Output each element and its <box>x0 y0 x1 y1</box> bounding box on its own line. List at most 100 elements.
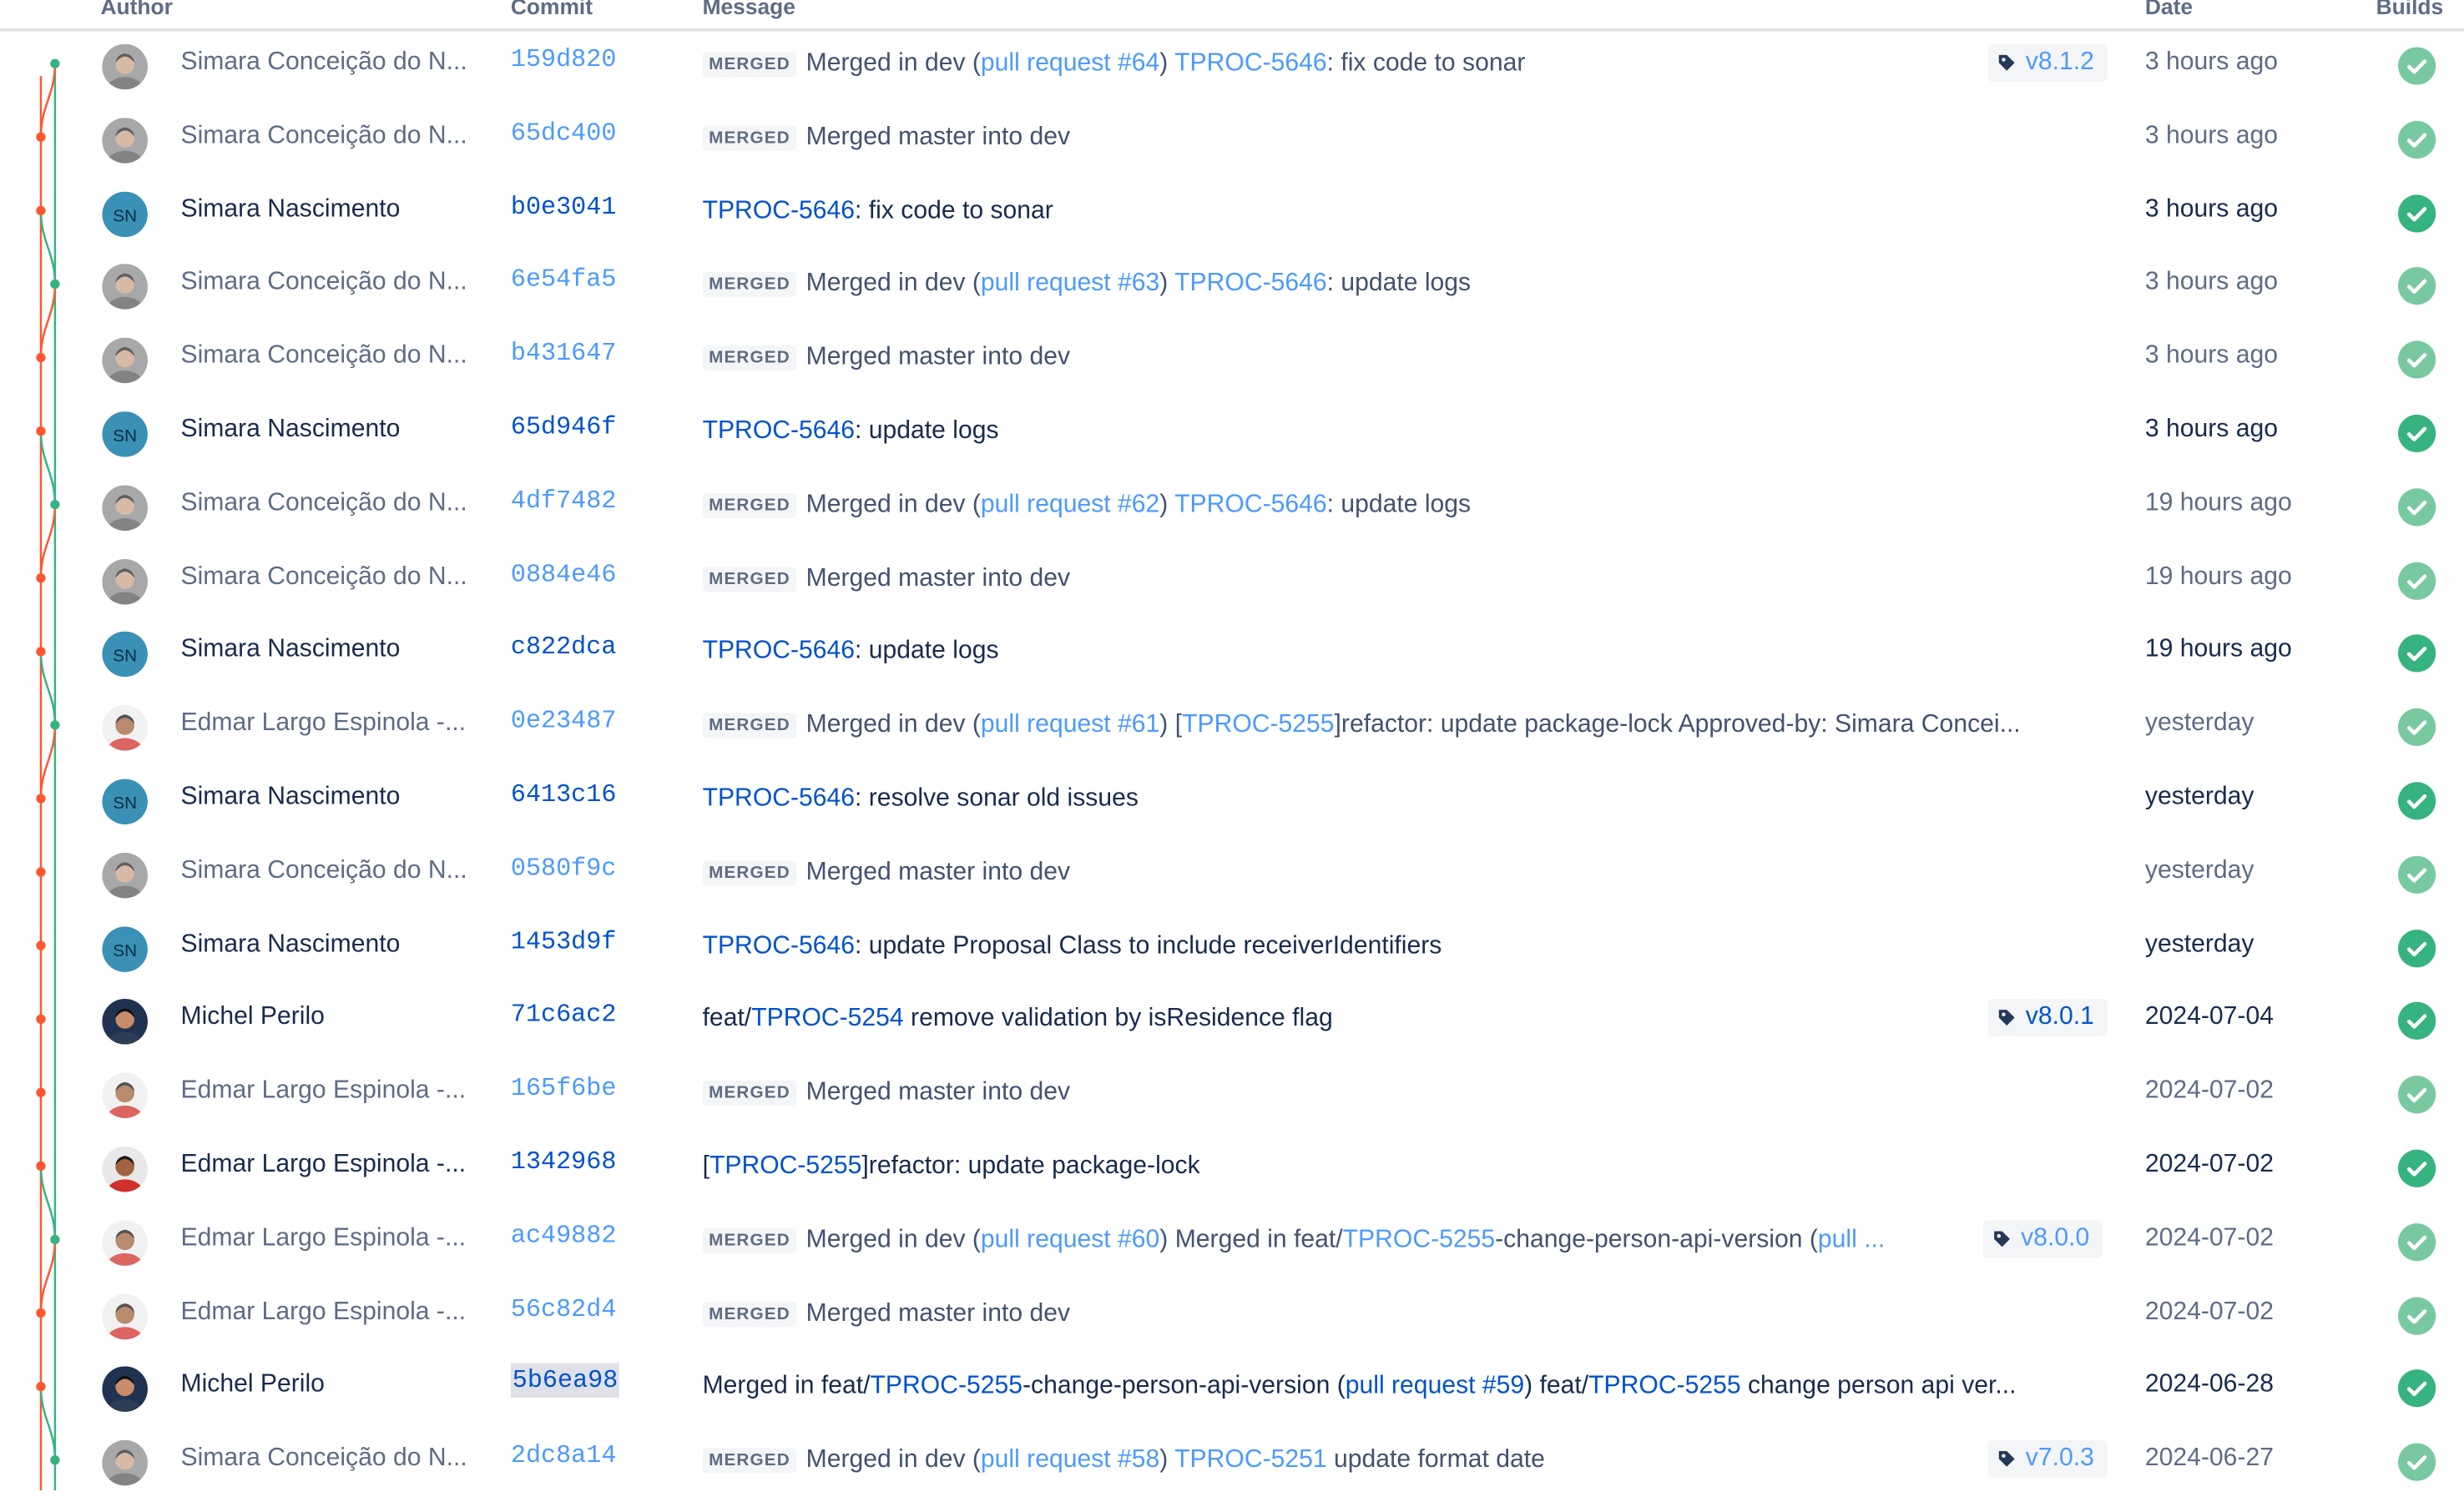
commit-row[interactable]: Simara Conceição do N... b431647 MERGED Mer… <box>0 320 2464 394</box>
message-link[interactable]: pull request #63 <box>981 270 1159 297</box>
message-text: Merged master into dev <box>805 123 1071 151</box>
message-link[interactable]: TPROC-5646 <box>703 197 855 224</box>
message-link[interactable]: pull request #64 <box>981 50 1159 77</box>
commit-hash-link[interactable]: 0e23487 <box>511 707 617 735</box>
version-tag[interactable]: v8.0.1 <box>1987 999 2107 1037</box>
build-status-success-icon[interactable] <box>2398 120 2436 159</box>
commit-message: MERGED Merged in dev (pull request #63) T… <box>702 270 2114 299</box>
commit-row[interactable]: Edmar Largo Espinola -... ac49882 MERGED Me… <box>0 1202 2464 1276</box>
message-text: ) <box>1159 1446 1175 1474</box>
commit-hash-link[interactable]: b0e3041 <box>511 193 617 221</box>
commit-hash-link[interactable]: 5b6ea98 <box>510 1363 620 1399</box>
message-text: Merged in feat/ <box>702 1373 871 1400</box>
commit-hash-link[interactable]: 165f6be <box>511 1075 617 1103</box>
message-link[interactable]: TPROC-5646 <box>703 638 855 665</box>
build-status-success-icon[interactable] <box>2398 194 2436 232</box>
commit-hash-link[interactable]: 56c82d4 <box>511 1295 617 1323</box>
author-name: Simara Conceição do N... <box>180 562 467 590</box>
commit-hash-link[interactable]: 71c6ac2 <box>511 1001 617 1030</box>
build-status-success-icon[interactable] <box>2398 1443 2436 1482</box>
commit-row[interactable]: Edmar Largo Espinola -... 56c82d4 MERGED Me… <box>0 1276 2464 1349</box>
col-author[interactable]: Author <box>100 0 172 19</box>
message-link[interactable]: TPROC-5646 <box>703 418 855 445</box>
build-status-success-icon[interactable] <box>2398 414 2436 453</box>
build-status-success-icon[interactable] <box>2398 561 2436 600</box>
version-tag[interactable]: v7.0.3 <box>1987 1440 2107 1479</box>
commit-hash-link[interactable]: 4df7482 <box>511 486 617 515</box>
commit-hash-link[interactable]: 0884e46 <box>511 560 617 588</box>
build-status-success-icon[interactable] <box>2398 267 2436 305</box>
message-link[interactable]: pull request #61 <box>981 712 1159 738</box>
message-link[interactable]: pull request #58 <box>981 1447 1159 1474</box>
commit-row[interactable]: Simara Conceição do N... 2dc8a14 MERGED Mer… <box>0 1423 2464 1496</box>
commit-row[interactable]: Simara Conceição do N... 4df7482 MERGED Mer… <box>0 467 2464 541</box>
build-status-success-icon[interactable] <box>2398 340 2436 379</box>
commit-row[interactable]: Edmar Largo Espinola -... 165f6be MERGED Me… <box>0 1056 2464 1129</box>
commit-row[interactable]: Simara Conceição do N... 65dc400 MERGED Mer… <box>0 100 2464 174</box>
commit-hash-link[interactable]: 1453d9f <box>511 927 617 955</box>
commit-hash-link[interactable]: ac49882 <box>511 1222 617 1250</box>
message-link[interactable]: pull request #62 <box>981 491 1159 518</box>
message-link[interactable]: TPROC-5646 <box>703 932 855 959</box>
col-date: Date <box>2144 0 2194 19</box>
commit-row[interactable]: Simara Conceição do N... 0884e46 MERGED Mer… <box>0 542 2464 615</box>
commit-row[interactable]: SN Simara Nascimento c822dca TPROC-5646: up… <box>0 615 2464 688</box>
commit-hash-link[interactable]: 6e54fa5 <box>511 266 617 295</box>
build-status-success-icon[interactable] <box>2398 929 2436 967</box>
build-status-success-icon[interactable] <box>2398 1076 2436 1114</box>
build-status-success-icon[interactable] <box>2398 782 2436 820</box>
build-status-success-icon[interactable] <box>2398 855 2436 894</box>
build-status-success-icon[interactable] <box>2398 1149 2436 1187</box>
message-link[interactable]: TPROC-5255 <box>1182 712 1334 738</box>
commit-row[interactable]: Edmar Largo Espinola -... 1342968 [TPROC-5… <box>0 1129 2464 1202</box>
message-link[interactable]: TPROC-5254 <box>751 1006 903 1032</box>
commit-message: TPROC-5646: update logs <box>703 638 2114 667</box>
commit-row[interactable]: SN Simara Nascimento 65d946f TPROC-5646: up… <box>0 394 2464 467</box>
commit-hash-link[interactable]: c822dca <box>511 633 617 662</box>
version-tag[interactable]: v8.0.0 <box>1982 1219 2103 1258</box>
author-avatar: SN <box>102 779 148 825</box>
message-link[interactable]: TPROC-5646 <box>1174 50 1326 77</box>
commit-row[interactable]: Michel Perilo 5b6ea98 Merged in feat/TPROC… <box>0 1349 2464 1423</box>
author-name: Simara Conceição do N... <box>180 489 467 517</box>
version-tag[interactable]: v8.1.2 <box>1987 43 2107 82</box>
build-status-success-icon[interactable] <box>2398 635 2436 673</box>
build-status-success-icon[interactable] <box>2398 487 2436 527</box>
commit-row[interactable]: Edmar Largo Espinola -... 0e23487 MERGED Me… <box>0 688 2464 762</box>
message-link[interactable]: TPROC-5255 <box>1343 1226 1495 1253</box>
commit-hash-link[interactable]: 1342968 <box>511 1148 617 1177</box>
commit-row[interactable]: SN Simara Nascimento b0e3041 TPROC-5646: fi… <box>0 174 2464 247</box>
author-avatar <box>102 999 148 1046</box>
commit-hash-link[interactable]: 159d820 <box>511 46 617 74</box>
message-link[interactable]: TPROC-5251 <box>1174 1447 1326 1474</box>
build-status-success-icon[interactable] <box>2398 1369 2436 1409</box>
build-status-success-icon[interactable] <box>2398 1296 2436 1334</box>
commit-row[interactable]: Simara Conceição do N... 6e54fa5 MERGED Mer… <box>0 247 2464 320</box>
commit-hash-link[interactable]: b431647 <box>511 340 617 368</box>
message-link[interactable]: TPROC-5646 <box>1174 491 1326 518</box>
message-text: : fix code to sonar <box>855 197 1053 224</box>
commit-hash-link[interactable]: 65d946f <box>511 413 617 441</box>
commit-hash-link[interactable]: 6413c16 <box>511 780 617 809</box>
build-status-success-icon[interactable] <box>2398 47 2436 85</box>
message-link[interactable]: TPROC-5646 <box>703 785 855 812</box>
build-status-success-icon[interactable] <box>2398 1222 2436 1261</box>
build-status-success-icon[interactable] <box>2398 708 2436 747</box>
message-link[interactable]: pull ... <box>1818 1226 1885 1253</box>
message-link[interactable]: TPROC-5255 <box>1588 1374 1740 1400</box>
commit-hash-link[interactable]: 0580f9c <box>511 854 617 882</box>
commit-row[interactable]: Michel Perilo 71c6ac2 feat/TPROC-5254 remo… <box>0 982 2464 1056</box>
commit-row[interactable]: Simara Conceição do N... 0580f9c MERGED Mer… <box>0 835 2464 909</box>
commit-row[interactable]: SN Simara Nascimento 1453d9f TPROC-5646: up… <box>0 909 2464 982</box>
commit-date: 3 hours ago <box>2144 416 2279 443</box>
message-link[interactable]: TPROC-5646 <box>1174 270 1326 297</box>
build-status-success-icon[interactable] <box>2398 1002 2436 1041</box>
commit-hash-link[interactable]: 2dc8a14 <box>511 1442 617 1470</box>
commit-row[interactable]: SN Simara Nascimento 6413c16 TPROC-5646: re… <box>0 762 2464 835</box>
message-link[interactable]: pull request #60 <box>981 1226 1159 1253</box>
commit-row[interactable]: Simara Conceição do N... 159d820 MERGED Mer… <box>0 27 2464 100</box>
message-link[interactable]: pull request #59 <box>1346 1374 1524 1400</box>
message-link[interactable]: TPROC-5255 <box>871 1374 1022 1400</box>
commit-hash-link[interactable]: 65dc400 <box>511 119 617 148</box>
message-link[interactable]: TPROC-5255 <box>709 1152 861 1179</box>
